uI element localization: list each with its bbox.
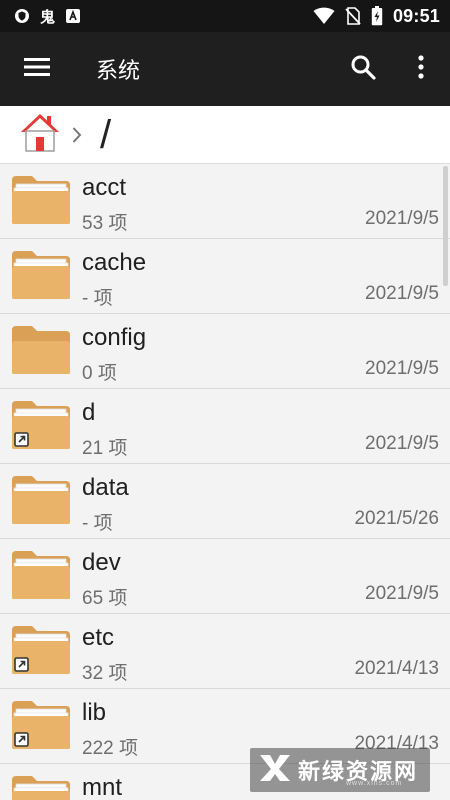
modified-date: 2021/9/5 — [365, 283, 439, 304]
file-name: acct — [82, 174, 127, 201]
modified-date: 2021/5/26 — [354, 508, 439, 529]
breadcrumb: / — [0, 106, 450, 164]
file-row[interactable]: acct 53 项 2021/9/5 — [0, 164, 450, 239]
watermark-sub: www.xlhs.com — [346, 780, 403, 787]
ghost-icon: 鬼 — [40, 8, 56, 26]
search-button[interactable] — [334, 32, 392, 106]
folder-icon — [10, 249, 72, 301]
file-list[interactable]: acct 53 项 2021/9/5 cache - 项 2021/9/5 config 0 … — [0, 164, 450, 800]
chevron-right-icon — [72, 126, 82, 144]
symlink-badge-icon — [14, 432, 29, 447]
page-title: 系统 — [96, 58, 141, 83]
modified-date: 2021/9/5 — [365, 583, 439, 604]
file-row[interactable]: cache - 项 2021/9/5 — [0, 239, 450, 314]
item-count: - 项 — [82, 288, 113, 309]
item-count: 65 项 — [82, 588, 128, 609]
watermark-logo-icon — [258, 753, 292, 788]
wifi-icon — [313, 7, 335, 25]
folder-icon — [10, 774, 72, 800]
file-row[interactable]: config 0 项 2021/9/5 — [0, 314, 450, 389]
item-count: 32 项 — [82, 663, 128, 684]
folder-icon — [10, 399, 72, 451]
menu-button[interactable] — [0, 32, 74, 106]
folder-icon — [10, 549, 72, 601]
file-name: dev — [82, 549, 121, 576]
search-icon — [350, 54, 376, 85]
symlink-badge-icon — [14, 657, 29, 672]
file-name: mnt — [82, 774, 123, 800]
file-row[interactable]: etc 32 项 2021/4/13 — [0, 614, 450, 689]
breadcrumb-path[interactable]: / — [100, 115, 111, 155]
item-count: 53 项 — [82, 213, 128, 234]
battery-charging-icon — [371, 6, 383, 26]
home-button[interactable] — [18, 113, 62, 157]
item-count: - 项 — [82, 513, 113, 534]
folder-icon — [10, 624, 72, 676]
file-name: config — [82, 324, 147, 351]
menu-icon — [24, 57, 50, 82]
folder-icon — [10, 474, 72, 526]
watermark: 新绿资源网 www.xlhs.com — [250, 748, 430, 792]
folder-icon — [10, 699, 72, 751]
item-count: 0 项 — [82, 363, 117, 384]
folder-icon — [10, 174, 72, 226]
item-count: 21 项 — [82, 438, 128, 459]
scrollbar[interactable] — [443, 166, 448, 286]
file-name: data — [82, 474, 129, 501]
shield-icon — [14, 8, 30, 24]
modified-date: 2021/9/5 — [365, 433, 439, 454]
file-row[interactable]: data - 项 2021/5/26 — [0, 464, 450, 539]
file-row[interactable]: d 21 项 2021/9/5 — [0, 389, 450, 464]
folder-icon — [10, 324, 72, 376]
item-count: 222 项 — [82, 738, 138, 759]
more-options-button[interactable] — [392, 32, 450, 106]
status-bar: 鬼 09:51 — [0, 0, 450, 32]
modified-date: 2021/9/5 — [365, 208, 439, 229]
file-name: cache — [82, 249, 147, 276]
home-icon — [19, 112, 61, 157]
status-time: 09:51 — [392, 5, 440, 26]
no-sim-icon — [345, 7, 361, 25]
modified-date: 2021/9/5 — [365, 358, 439, 379]
file-name: lib — [82, 699, 107, 726]
file-name: etc — [82, 624, 115, 651]
app-bar: 系统 — [0, 32, 450, 106]
more-vert-icon — [417, 54, 425, 84]
symlink-badge-icon — [14, 732, 29, 747]
file-row[interactable]: dev 65 项 2021/9/5 — [0, 539, 450, 614]
a-box-icon — [65, 8, 81, 24]
file-name: d — [82, 399, 96, 426]
modified-date: 2021/4/13 — [354, 658, 439, 679]
